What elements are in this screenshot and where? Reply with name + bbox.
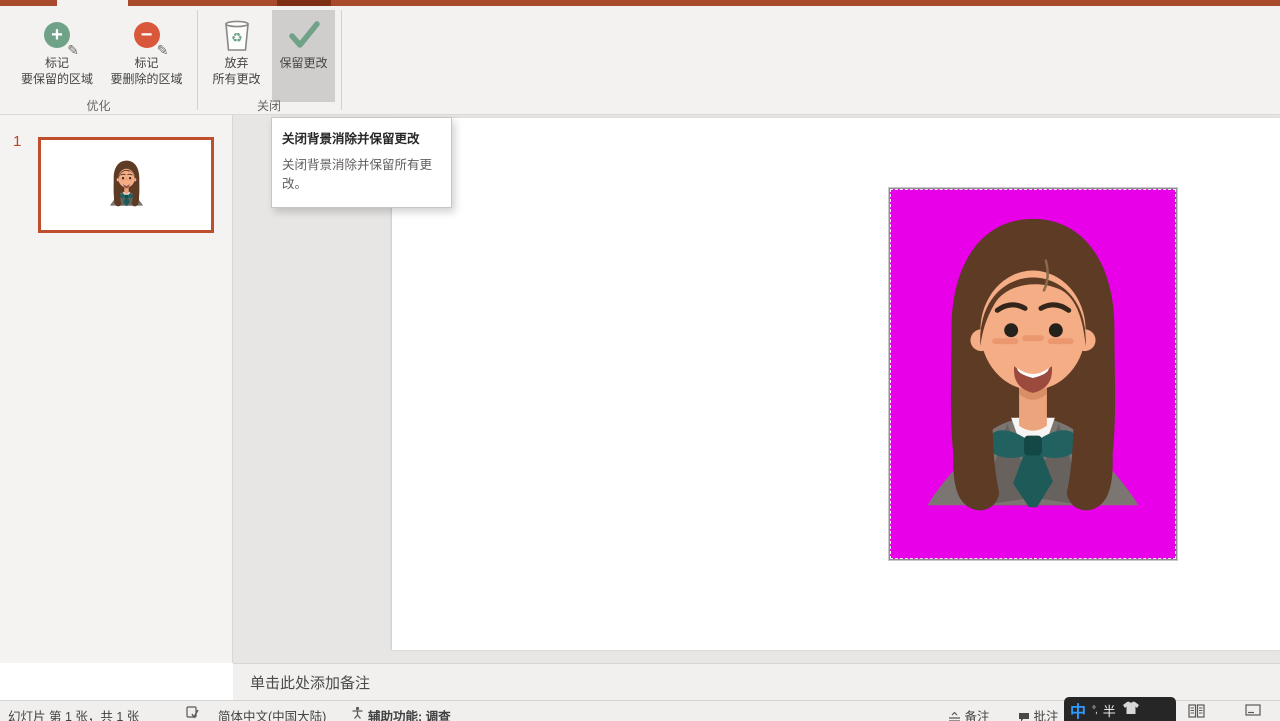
- mark-remove-label-line2: 要删除的区域: [110, 71, 182, 87]
- group-divider: [197, 10, 198, 110]
- comments-toggle-label: 批注: [1033, 710, 1058, 721]
- mark-keep-label-line2: 要保留的区域: [21, 71, 93, 87]
- spellcheck-icon[interactable]: [186, 706, 199, 720]
- accessibility-status[interactable]: 辅助功能: 调查: [368, 706, 451, 721]
- notes-pane[interactable]: 单击此处添加备注: [233, 663, 1280, 700]
- keep-changes-label: 保留更改: [279, 55, 327, 71]
- ime-punctuation-mode[interactable]: °,: [1092, 705, 1097, 716]
- slide-count-status: 幻灯片 第 1 张，共 1 张: [8, 706, 139, 721]
- ime-language-mode[interactable]: 中: [1070, 698, 1086, 721]
- group-label-refine: 优化: [0, 97, 197, 114]
- minus-pencil-icon: − ✎: [134, 15, 160, 55]
- ribbon-background-removal: + ✎ 标记 要保留的区域 − ✎ 标记 要删除的区域 优化 ♻ 放弃 所有更改: [0, 6, 1280, 115]
- background-removal-image[interactable]: [889, 188, 1177, 560]
- discard-all-changes-button[interactable]: ♻ 放弃 所有更改: [205, 10, 268, 102]
- mark-areas-to-keep-button[interactable]: + ✎ 标记 要保留的区域: [12, 10, 102, 102]
- tooltip-title: 关闭背景消除并保留更改: [282, 128, 441, 147]
- recycle-trash-icon: ♻: [222, 15, 252, 55]
- thumbnail-avatar-image: [104, 156, 149, 214]
- group-divider: [341, 10, 342, 110]
- slide-canvas[interactable]: [392, 118, 1280, 650]
- notes-toggle[interactable]: 备注: [948, 706, 990, 721]
- ime-toolbar[interactable]: 中 °, 半: [1064, 697, 1176, 721]
- mark-areas-to-remove-button[interactable]: − ✎ 标记 要删除的区域: [100, 10, 193, 102]
- normal-view-icon[interactable]: [1188, 704, 1205, 721]
- mark-remove-label-line1: 标记: [134, 55, 158, 71]
- slide-thumbnail-panel: 1: [0, 115, 233, 663]
- avatar-image-magenta-overlay: [890, 189, 1176, 559]
- checkmark-icon: [286, 15, 322, 55]
- keep-changes-button[interactable]: 保留更改: [272, 10, 335, 102]
- keep-changes-tooltip: 关闭背景消除并保留更改 关闭背景消除并保留所有更改。: [271, 117, 452, 208]
- notes-toggle-label: 备注: [964, 710, 989, 721]
- accessibility-icon: [351, 706, 364, 720]
- slide-number: 1: [13, 133, 21, 150]
- slide-thumbnail[interactable]: [38, 137, 214, 233]
- tooltip-body: 关闭背景消除并保留所有更改。: [282, 156, 441, 195]
- language-status[interactable]: 简体中文(中国大陆): [218, 706, 326, 721]
- svg-text:♻: ♻: [231, 30, 243, 45]
- ime-skin-shirt-icon[interactable]: [1122, 701, 1140, 720]
- notes-placeholder: 单击此处添加备注: [250, 672, 370, 693]
- comments-toggle[interactable]: 批注: [1018, 706, 1059, 721]
- reading-view-icon[interactable]: [1245, 704, 1261, 720]
- discard-label-line1: 放弃: [224, 55, 248, 71]
- plus-pencil-icon: + ✎: [44, 15, 70, 55]
- mark-keep-label-line1: 标记: [45, 55, 69, 71]
- discard-label-line2: 所有更改: [212, 71, 260, 87]
- group-label-close: 关闭: [197, 97, 341, 114]
- ime-width-mode[interactable]: 半: [1103, 701, 1116, 720]
